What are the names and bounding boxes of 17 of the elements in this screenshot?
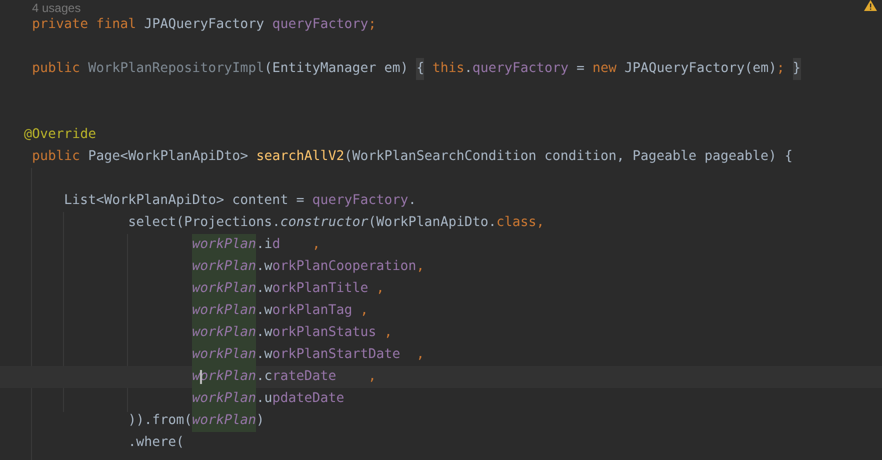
code-line: private final JPAQueryFactory queryFactory; — [31, 16, 376, 34]
code-line: workPlan.workPlanStatus , — [0, 322, 392, 344]
code-line: workPlan.updateDate — [0, 388, 344, 410]
code-line: .where( — [127, 434, 184, 452]
code-line: select(Projections.constructor(WorkPlanApiDto.class, — [127, 214, 544, 232]
code-line: workPlan.workPlanTag , — [0, 300, 368, 322]
warning-icon[interactable] — [864, 0, 877, 11]
code-line: workPlan.workPlanCooperation, — [0, 256, 424, 278]
code-line: @Override — [23, 126, 96, 144]
code-line: public WorkPlanRepositoryImpl(EntityManager em) { this.queryFactory = new JPAQueryFactory(em); } — [0, 58, 801, 80]
code-line: public Page<WorkPlanApiDto> searchAllV2(WorkPlanSearchCondition condition, Pageable pageable) { — [31, 148, 793, 166]
usages-hint[interactable]: 4 usages — [32, 2, 81, 14]
code-line: )).from(workPlan) — [0, 410, 264, 432]
code-line: workPlan.workPlanStartDate , — [0, 344, 424, 366]
code-line: List<WorkPlanApiDto> content = queryFactory. — [63, 192, 416, 210]
code-line: workPlan.id , — [0, 234, 320, 256]
code-line: workPlan.workPlanTitle , — [0, 278, 384, 300]
